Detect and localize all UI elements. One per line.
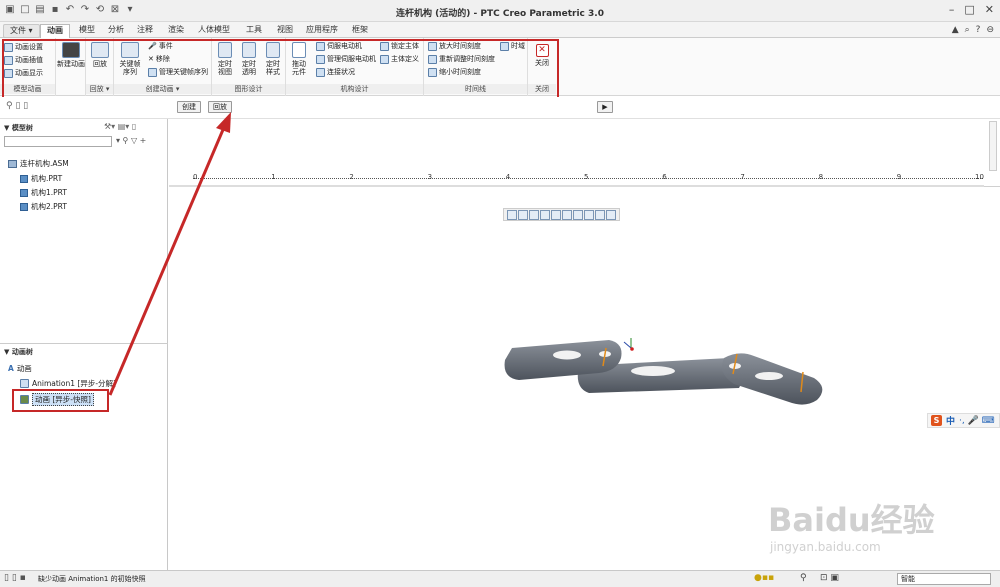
part-icon [20, 174, 28, 183]
time-tick-label: 6 [662, 173, 667, 181]
tab-applications[interactable]: 应用程序 [300, 24, 344, 38]
timeline-scrollbar[interactable] [989, 121, 997, 171]
tree-search-input[interactable] [4, 136, 112, 147]
time-ruler: 0 1 2 3 4 5 6 7 8 9 10 [169, 173, 989, 185]
time-tick-label: 8 [818, 173, 824, 181]
sogou-icon: S [931, 415, 942, 426]
anim-tree-item[interactable]: Animation1 [异步-分解] [20, 378, 116, 389]
part-icon [20, 188, 28, 197]
time-tick-label: 7 [740, 173, 745, 181]
tree-toggle-icon[interactable]: ⚲ ▯ ▯ [6, 101, 28, 111]
baidu-watermark: Baidu经验 [768, 501, 935, 539]
selection-filter-select[interactable]: 智能 [897, 573, 991, 585]
time-tick-label: 1 [271, 173, 276, 181]
title-bar: ▣ □ ▤ ▪ ↶ ↷ ⟲ ⊠ ▾ 连杆机构 (活动的) - PTC Creo … [0, 0, 1000, 22]
help-controls: ▲ ⌕ ? ⊖ [952, 25, 994, 35]
time-tick-label: 4 [505, 173, 511, 181]
help-icon[interactable]: ? [976, 25, 981, 35]
time-tick-label: 3 [427, 173, 433, 181]
anim-tree-header[interactable]: ▼ 动画树 [4, 347, 33, 357]
minimize-icon[interactable]: – [949, 3, 955, 16]
ime-mode[interactable]: 中 [946, 414, 955, 427]
close-icon[interactable]: ✕ [985, 3, 994, 16]
tab-analysis[interactable]: 分析 [102, 24, 130, 38]
tab-annotate[interactable]: 注释 [131, 24, 159, 38]
tab-model[interactable]: 模型 [73, 24, 101, 38]
tab-file[interactable]: 文件 ▾ [3, 24, 40, 38]
create-button[interactable]: 创建 [177, 101, 201, 113]
tab-manikin[interactable]: 人体模型 [192, 24, 236, 38]
ime-extra-icons[interactable]: ·, 🎤 ⌨ [959, 416, 995, 426]
model-tree-header[interactable]: ▼ 模型树 [4, 123, 33, 133]
baidu-watermark-url: jingyan.baidu.com [770, 540, 881, 554]
collapse-icon[interactable]: ▲ [952, 25, 959, 35]
status-light-icon: ●▪▪ [754, 573, 775, 583]
tree-settings-icon[interactable]: ⚒▾ ▤▾ ▯ [104, 122, 136, 131]
assembly-icon [8, 159, 17, 168]
ribbon-tabs: 文件 ▾ 动画 模型 分析 注释 渲染 人体模型 工具 视图 应用程序 框架 ▲… [0, 22, 1000, 38]
animation-subbar: ⚲ ▯ ▯ 创建 回放 ▶ [0, 97, 1000, 119]
time-tick-label: 0 [193, 173, 198, 181]
anim-tree-root[interactable]: A 动画 [8, 363, 32, 374]
tree-filter-icons[interactable]: ▾ ⚲ ▽ + [116, 136, 146, 145]
tab-view[interactable]: 视图 [271, 24, 299, 38]
csys-icon [623, 338, 634, 351]
tree-item-part[interactable]: 机构1.PRT [20, 187, 67, 198]
animation-icon: A [8, 364, 14, 373]
animation-item-icon [20, 379, 29, 388]
timeline-hscroll[interactable] [169, 185, 984, 187]
divider [0, 343, 168, 344]
time-tick-label: 2 [349, 173, 354, 181]
find-icon[interactable]: ⚲ [800, 573, 807, 583]
left-panel: ▼ 模型树 ⚒▾ ▤▾ ▯ ▾ ⚲ ▽ + 连杆机构.ASM 机构.PRT 机构… [0, 119, 168, 570]
tab-framework[interactable]: 框架 [346, 24, 374, 38]
tree-item-part[interactable]: 机构2.PRT [20, 201, 67, 212]
window-controls: – □ ✕ [949, 3, 994, 16]
tree-item-part[interactable]: 机构.PRT [20, 173, 62, 184]
subbar-playback-button[interactable]: 回放 [208, 101, 232, 113]
settings-icon[interactable]: ⊖ [986, 25, 994, 35]
tree-highlight-box [12, 389, 109, 412]
part-icon [20, 202, 28, 211]
time-tick-label: 9 [896, 173, 902, 181]
select-icon[interactable]: ⊡ ▣ [820, 573, 839, 583]
link-bar-right [721, 353, 823, 405]
tab-animation[interactable]: 动画 [40, 24, 70, 38]
ribbon-highlight-box [2, 39, 559, 99]
tree-item-asm[interactable]: 连杆机构.ASM [8, 158, 69, 169]
window-title: 连杆机构 (活动的) - PTC Creo Parametric 3.0 [396, 9, 604, 19]
search-icon[interactable]: ⌕ [965, 25, 970, 35]
tab-tools[interactable]: 工具 [240, 24, 268, 38]
tab-render[interactable]: 渲染 [162, 24, 190, 38]
status-toggle-icons[interactable]: ▯ ▯ ▪ [4, 573, 26, 583]
play-icon[interactable]: ▶ [597, 101, 613, 113]
time-tick-label: 10 [975, 173, 984, 181]
status-bar: ▯ ▯ ▪ 缺少动画 Animation1 的初始快照 ●▪▪ ⚲ ⊡ ▣ 智能 [0, 570, 1000, 587]
time-tick-label: 5 [584, 173, 589, 181]
ime-toolbar[interactable]: S 中 ·, 🎤 ⌨ [927, 413, 1000, 428]
maximize-icon[interactable]: □ [964, 3, 974, 16]
status-message: 缺少动画 Animation1 的初始快照 [38, 575, 146, 583]
timeline-panel: 0 1 2 3 4 5 6 7 8 9 10 [169, 119, 1000, 187]
